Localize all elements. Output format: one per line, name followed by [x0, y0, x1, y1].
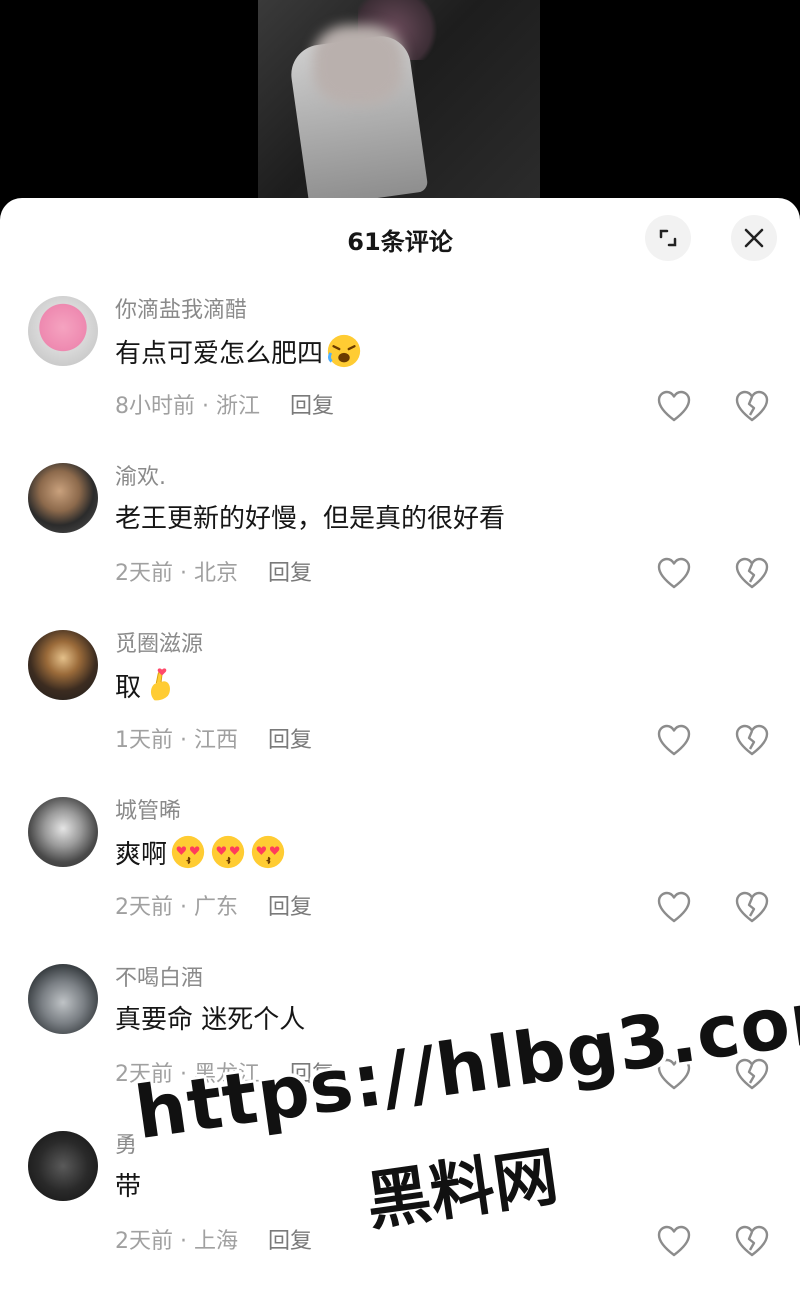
avatar[interactable] — [28, 630, 98, 700]
heart-icon[interactable] — [656, 1057, 692, 1093]
comment-text: 真要命 迷死个人 — [115, 1005, 306, 1035]
comment-text: 带 — [115, 1172, 142, 1202]
comment-location: 上海 — [193, 1229, 238, 1254]
comment-username[interactable]: 不喝白酒 — [115, 964, 780, 994]
comment-username[interactable]: 渝欢. — [115, 463, 780, 493]
comment-text-content: 爽啊 — [115, 840, 168, 870]
broken-heart-icon[interactable] — [734, 556, 770, 592]
heart-icon[interactable] — [656, 556, 692, 592]
expand-icon — [659, 229, 677, 247]
close-button[interactable] — [731, 215, 777, 261]
comment-username[interactable]: 觅圈滋源 — [115, 630, 780, 660]
comment-location: 黑龙江 — [193, 1062, 260, 1087]
heart-eyes-kiss-icon — [171, 835, 205, 869]
finger-heart-icon — [150, 668, 170, 701]
broken-heart-icon[interactable] — [734, 389, 770, 425]
comment-list: 你滴盐我滴醋 有点可爱怎么肥四 8小时前 · 浙江 回复 渝欢. 老王更新的好慢，… — [0, 296, 800, 1290]
avatar[interactable] — [28, 296, 98, 366]
sheet-header: 61条评论 — [0, 198, 800, 278]
comment-time: 2天前 — [115, 561, 173, 586]
comment-text: 爽啊 — [115, 833, 780, 875]
reply-button[interactable]: 回复 — [268, 561, 312, 586]
broken-heart-icon[interactable] — [734, 890, 770, 926]
comment-location: 北京 — [193, 561, 238, 586]
avatar[interactable] — [28, 1131, 98, 1201]
comment-meta: 2天前 · 北京 回复 — [115, 561, 313, 586]
broken-heart-icon[interactable] — [734, 723, 770, 759]
comment-time: 1天前 — [115, 728, 173, 753]
heart-icon[interactable] — [656, 890, 692, 926]
reply-button[interactable]: 回复 — [268, 728, 312, 753]
comment-time: 8小时前 — [115, 394, 195, 419]
comment-meta: 8小时前 · 浙江 回复 — [115, 394, 335, 419]
heart-icon[interactable] — [656, 723, 692, 759]
comment-item: 不喝白酒 真要命 迷死个人 2天前 · 黑龙江 回复 — [0, 964, 800, 1131]
heart-eyes-kiss-icon — [211, 835, 245, 869]
video-thumbnail[interactable] — [258, 0, 540, 210]
reply-button[interactable]: 回复 — [268, 895, 312, 920]
close-icon — [744, 228, 764, 248]
broken-heart-icon[interactable] — [734, 1224, 770, 1260]
comment-text-content: 有点可爱怎么肥四 — [115, 339, 324, 369]
heart-icon[interactable] — [656, 1224, 692, 1260]
comment-item: 勇 带 2天前 · 上海 回复 — [0, 1131, 800, 1290]
comment-item: 城管晞 爽啊 2天前 · 广东 回复 — [0, 797, 800, 964]
broken-heart-icon[interactable] — [734, 1057, 770, 1093]
comment-location: 浙江 — [215, 394, 260, 419]
comment-item: 觅圈滋源 取 1天前 · 江西 回复 — [0, 630, 800, 797]
video-background — [0, 0, 800, 210]
comment-location: 广东 — [193, 895, 238, 920]
comment-username[interactable]: 你滴盐我滴醋 — [115, 296, 780, 326]
comment-time: 2天前 — [115, 1229, 173, 1254]
expand-button[interactable] — [645, 215, 691, 261]
avatar[interactable] — [28, 797, 98, 867]
comment-username[interactable]: 勇 — [115, 1131, 780, 1161]
comment-time: 2天前 — [115, 1062, 173, 1087]
comment-item: 渝欢. 老王更新的好慢，但是真的很好看 2天前 · 北京 回复 — [0, 463, 800, 630]
comment-meta: 2天前 · 黑龙江 回复 — [115, 1062, 335, 1087]
reply-button[interactable]: 回复 — [268, 1229, 312, 1254]
comment-username[interactable]: 城管晞 — [115, 797, 780, 827]
avatar[interactable] — [28, 463, 98, 533]
comment-item: 你滴盐我滴醋 有点可爱怎么肥四 8小时前 · 浙江 回复 — [0, 296, 800, 463]
comment-text: 取 — [115, 666, 780, 708]
crying-laughing-face-icon — [327, 334, 361, 368]
reply-button[interactable]: 回复 — [290, 394, 334, 419]
comment-text: 有点可爱怎么肥四 — [115, 332, 780, 374]
heart-icon[interactable] — [656, 389, 692, 425]
comment-meta: 2天前 · 上海 回复 — [115, 1229, 313, 1254]
comment-text: 老王更新的好慢，但是真的很好看 — [115, 504, 506, 534]
heart-eyes-kiss-icon — [251, 835, 285, 869]
reply-button[interactable]: 回复 — [290, 1062, 334, 1087]
comment-text-content: 取 — [115, 673, 142, 703]
comment-location: 江西 — [193, 728, 238, 753]
comment-time: 2天前 — [115, 895, 173, 920]
comment-meta: 2天前 · 广东 回复 — [115, 895, 313, 920]
comment-meta: 1天前 · 江西 回复 — [115, 728, 313, 753]
avatar[interactable] — [28, 964, 98, 1034]
blurred-region — [313, 25, 403, 105]
